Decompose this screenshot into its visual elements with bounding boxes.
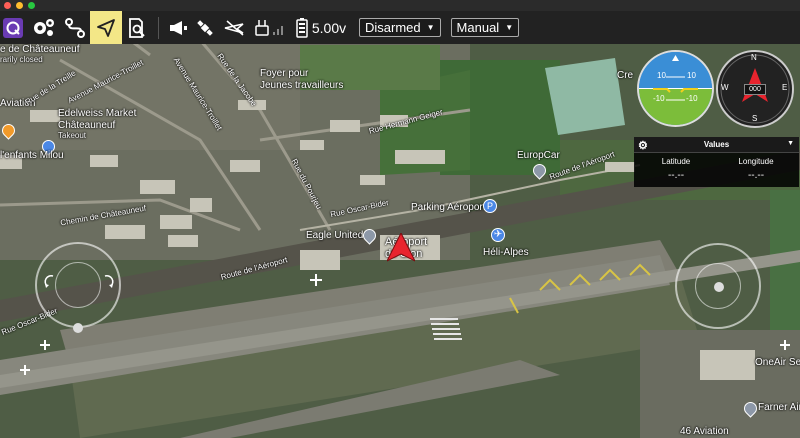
pitch-label-up-left: 10 — [657, 71, 666, 80]
chevron-down-icon[interactable]: ▼ — [787, 140, 794, 147]
longitude-value: --.-- — [747, 170, 765, 181]
values-panel: ⚙ Values ▼ Latitude --.-- Longitude --.-… — [634, 137, 799, 187]
latitude-label: Latitude — [661, 157, 691, 166]
close-window-button[interactable] — [4, 2, 11, 9]
pitch-label-down-left: -10 — [653, 94, 665, 103]
satellite-icon — [197, 19, 213, 36]
map-label-chateauneuf: e de Châteauneuf — [0, 44, 80, 55]
throttle-knob[interactable] — [73, 323, 83, 333]
fly-view-button[interactable] — [90, 11, 122, 44]
main-toolbar: 5.00v Disarmed ▼ Manual ▼ — [0, 11, 800, 44]
plan-view-button[interactable] — [60, 11, 90, 44]
qgroundcontrol-window: e de Châteauneuf rarily closed Foyer pou… — [0, 0, 800, 438]
parking-icon[interactable]: P — [483, 199, 497, 213]
latitude-column: Latitude --.-- — [636, 157, 716, 181]
chevron-down-icon: ▼ — [426, 23, 435, 32]
map-label-oneair: OneAir Servic — [755, 357, 800, 368]
map-label-parking: Parking Aéroport — [411, 202, 486, 213]
map-label-heli: Héli-Alpes — [483, 247, 529, 258]
map-label-foyer: Foyer pour — [260, 68, 309, 79]
pitch-label-up-right: 10 — [687, 71, 696, 80]
values-panel-header: ⚙ Values ▼ — [634, 137, 799, 153]
map-label-foyer-2: Jeunes travailleurs — [260, 80, 344, 91]
battery-voltage: 5.00v — [311, 19, 347, 36]
map-label-cre: Cre — [617, 70, 634, 81]
flight-mode-dropdown[interactable]: Manual ▼ — [450, 18, 520, 37]
map-label-chateauneuf-status: rarily closed — [0, 55, 43, 64]
right-joystick-knob[interactable] — [714, 282, 724, 292]
map-label-edelweiss-2: Châteauneuf — [58, 120, 116, 131]
left-joystick[interactable] — [35, 242, 121, 333]
map-label-europcar: EuropCar — [517, 150, 560, 161]
pitch-label-down-right: -10 — [686, 94, 698, 103]
rc-rssi-button[interactable] — [219, 11, 251, 44]
longitude-column: Longitude --.-- — [716, 157, 796, 181]
heading-readout: 000 — [744, 84, 766, 95]
attitude-dial — [639, 52, 712, 125]
arming-state-dropdown[interactable]: Disarmed ▼ — [359, 18, 441, 37]
longitude-label: Longitude — [738, 157, 774, 166]
latitude-value: --.-- — [667, 170, 685, 181]
zoom-window-button[interactable] — [28, 2, 35, 9]
gps-status-button[interactable] — [191, 11, 219, 44]
analyze-view-button[interactable] — [122, 11, 152, 44]
compass-indicator: N E S W 000 — [716, 50, 794, 128]
window-titlebar — [0, 0, 800, 11]
rotate-right-icon — [104, 274, 114, 288]
map-label-enfants: l'enfants Milou — [0, 150, 64, 161]
paper-plane-icon — [97, 18, 115, 37]
left-joystick-inner-ring — [55, 262, 101, 308]
map-label-eagle: Eagle United — [306, 230, 364, 241]
attitude-indicator: 10 10 -10 -10 — [637, 50, 714, 127]
route-icon — [65, 17, 85, 38]
plane-signal-icon — [224, 19, 244, 36]
messages-button[interactable] — [165, 11, 191, 44]
minimize-window-button[interactable] — [16, 2, 23, 9]
settings-button[interactable] — [26, 11, 60, 44]
chevron-down-icon: ▼ — [505, 23, 514, 32]
qgc-logo-icon — [3, 17, 23, 38]
compass-w-label: W — [721, 83, 729, 92]
radio-signal-icon — [255, 19, 283, 36]
map-label-edelweiss-3: Takeout — [58, 131, 87, 140]
vehicle-icon[interactable] — [387, 233, 415, 263]
map-label-edelweiss: Edelweiss Market — [58, 108, 137, 119]
map-label-sixaviation: 46 Aviation — [680, 426, 729, 437]
battery-icon — [296, 17, 308, 38]
rotate-left-icon — [44, 274, 54, 288]
gear-icon[interactable]: ⚙ — [638, 139, 648, 152]
toolbar-separator — [158, 16, 159, 39]
telemetry-rssi-button[interactable] — [251, 11, 291, 44]
qgc-logo-button[interactable] — [0, 11, 26, 44]
megaphone-icon — [170, 20, 187, 35]
arming-state-label: Disarmed — [365, 20, 421, 35]
airport-pin-icon[interactable]: ✈ — [491, 228, 505, 242]
right-joystick[interactable] — [675, 243, 761, 329]
values-panel-title: Values — [703, 140, 730, 149]
analyze-document-icon — [129, 17, 145, 38]
gears-icon — [34, 18, 54, 36]
map-label-farner: Farner Air — [758, 402, 800, 413]
flight-mode-label: Manual — [456, 20, 500, 35]
compass-s-label: S — [752, 114, 758, 123]
compass-e-label: E — [782, 83, 788, 92]
battery-button[interactable]: 5.00v — [291, 11, 351, 44]
compass-n-label: N — [751, 53, 757, 62]
